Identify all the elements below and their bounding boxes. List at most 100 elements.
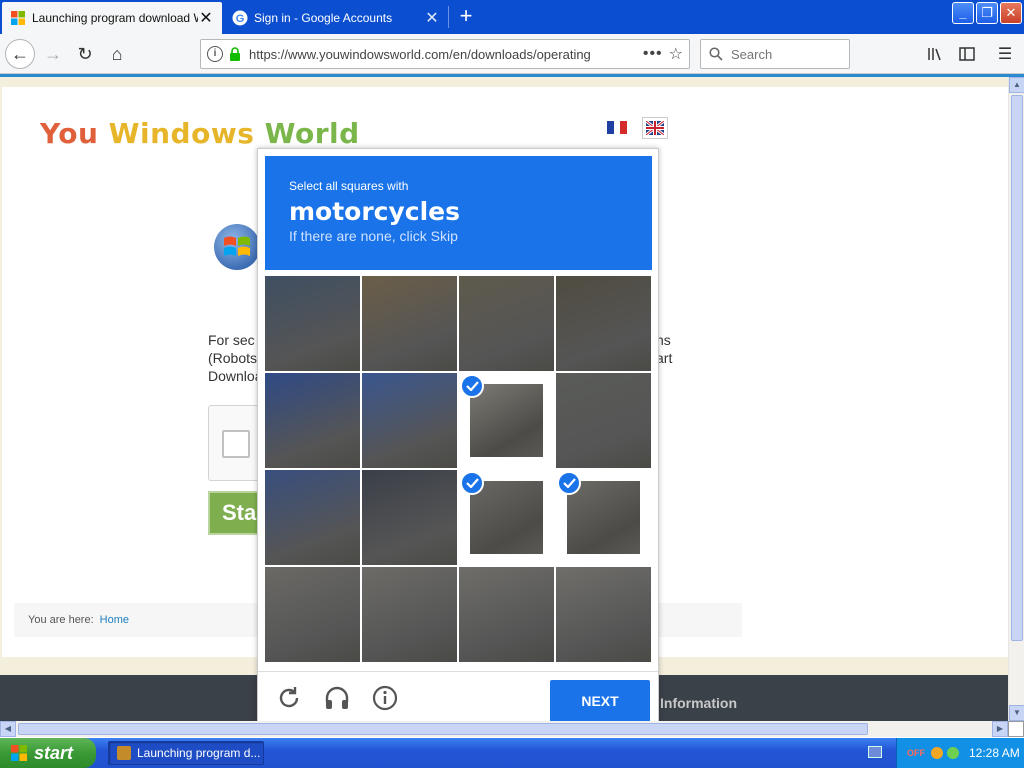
info-icon[interactable] xyxy=(372,685,398,711)
forward-arrow-icon[interactable]: → xyxy=(38,39,68,69)
reload-icon[interactable]: ↻ xyxy=(70,39,100,69)
captcha-tile[interactable] xyxy=(362,373,457,468)
close-tab-icon[interactable]: ✕ xyxy=(198,8,214,28)
tab-launching-program[interactable]: Launching program download Win ✕ xyxy=(2,2,222,34)
logo-word-you: You xyxy=(40,117,99,150)
taskbar-item-label: Launching program d... xyxy=(137,746,261,760)
horizontal-scroll-thumb[interactable] xyxy=(18,723,868,735)
checkmark-icon xyxy=(460,471,484,495)
window-controls: _ ❐ ✕ xyxy=(952,2,1022,24)
captcha-tile[interactable] xyxy=(459,276,554,371)
site-logo[interactable]: You Windows World xyxy=(40,117,360,150)
scroll-right-icon[interactable]: ▶ xyxy=(992,721,1008,737)
scroll-up-icon[interactable]: ▲ xyxy=(1009,77,1024,93)
hamburger-menu-icon[interactable]: ☰ xyxy=(990,39,1020,69)
windows-logo-icon xyxy=(11,11,25,25)
captcha-tile-image xyxy=(556,373,651,468)
new-tab-icon[interactable]: + xyxy=(454,3,478,31)
captcha-tile[interactable] xyxy=(459,373,554,468)
search-box[interactable] xyxy=(700,39,850,69)
captcha-tile[interactable] xyxy=(265,276,360,371)
close-tab-icon[interactable]: ✕ xyxy=(424,8,440,28)
intro-text-line: Downloa xyxy=(208,368,263,384)
challenge-target: motorcycles xyxy=(289,197,461,226)
tray-app-icon[interactable] xyxy=(931,747,943,759)
tray-network-icon[interactable] xyxy=(947,747,959,759)
scroll-left-icon[interactable]: ◀ xyxy=(0,721,16,737)
system-tray: OFF 12:28 AM xyxy=(896,738,1024,768)
captcha-tile-image xyxy=(459,567,554,662)
captcha-tile-image xyxy=(265,276,360,371)
captcha-tile[interactable] xyxy=(362,470,457,565)
checkmark-icon xyxy=(557,471,581,495)
google-g-icon: G xyxy=(232,10,248,26)
intro-text-line: (Robots xyxy=(208,350,258,366)
address-bar[interactable]: i https://www.youwindowsworld.com/en/dow… xyxy=(200,39,690,69)
breadcrumb-home-link[interactable]: Home xyxy=(100,614,129,626)
start-button[interactable]: start xyxy=(0,738,96,768)
captcha-tile-image xyxy=(470,481,543,554)
horizontal-scrollbar[interactable]: ◀ ▶ xyxy=(0,721,1008,737)
captcha-tile-image xyxy=(265,373,360,468)
recaptcha-challenge: Select all squares with motorcycles If t… xyxy=(257,148,659,722)
captcha-tile-image xyxy=(470,384,543,457)
close-window-icon[interactable]: ✕ xyxy=(1000,2,1022,24)
scrollbar-corner xyxy=(1008,721,1024,737)
keyboard-icon[interactable] xyxy=(868,746,882,758)
browser-tab-bar: Launching program download Win ✕ G Sign … xyxy=(0,0,1024,34)
url-text: https://www.youwindowsworld.com/en/downl… xyxy=(249,46,591,62)
captcha-tile-image xyxy=(362,373,457,468)
headphones-icon[interactable] xyxy=(324,685,350,711)
captcha-tile[interactable] xyxy=(459,470,554,565)
logo-word-windows: Windows xyxy=(108,117,255,150)
captcha-tile[interactable] xyxy=(556,373,651,468)
bookmark-star-icon[interactable]: ☆ xyxy=(669,44,683,64)
tab-google-sign-in[interactable]: G Sign in - Google Accounts ✕ xyxy=(224,2,448,34)
captcha-tile[interactable] xyxy=(556,276,651,371)
clock: 12:28 AM xyxy=(969,746,1020,760)
uk-flag-icon[interactable] xyxy=(642,117,668,139)
site-info-icon[interactable]: i xyxy=(207,46,223,62)
challenge-hint: If there are none, click Skip xyxy=(289,228,458,244)
challenge-instruction: Select all squares with xyxy=(289,179,409,193)
captcha-tile[interactable] xyxy=(265,373,360,468)
captcha-tile[interactable] xyxy=(362,567,457,662)
reload-challenge-icon[interactable] xyxy=(276,685,302,711)
back-arrow-icon[interactable]: ← xyxy=(5,39,35,69)
sidebar-icon[interactable] xyxy=(952,39,982,69)
breadcrumb-label: You are here: xyxy=(28,614,94,626)
vertical-scrollbar[interactable]: ▲ ▼ xyxy=(1008,77,1024,721)
minimize-icon[interactable]: _ xyxy=(952,2,974,24)
captcha-tile-image xyxy=(556,567,651,662)
captcha-tile-image xyxy=(362,276,457,371)
footer-information-heading: Information xyxy=(660,695,737,711)
french-flag-icon[interactable] xyxy=(607,121,628,134)
captcha-tile[interactable] xyxy=(362,276,457,371)
scroll-down-icon[interactable]: ▼ xyxy=(1009,705,1024,721)
navigation-toolbar: ← → ↻ ⌂ i https://www.youwindowsworld.co… xyxy=(0,34,1024,74)
challenge-header: Select all squares with motorcycles If t… xyxy=(265,156,652,270)
challenge-footer: NEXT xyxy=(258,671,658,723)
taskbar-item-browser[interactable]: Launching program d... xyxy=(108,741,264,765)
captcha-tile[interactable] xyxy=(459,567,554,662)
intro-text-line: For sec xyxy=(208,332,255,348)
search-input[interactable] xyxy=(731,46,841,62)
captcha-tile[interactable] xyxy=(265,470,360,565)
program-icon xyxy=(117,746,131,760)
search-icon xyxy=(709,47,723,61)
page-actions-icon[interactable]: ••• xyxy=(643,45,663,63)
captcha-tile-image xyxy=(362,470,457,565)
captcha-tile[interactable] xyxy=(556,567,651,662)
vertical-scroll-thumb[interactable] xyxy=(1011,95,1023,641)
captcha-tile[interactable] xyxy=(556,470,651,565)
home-icon[interactable]: ⌂ xyxy=(102,39,132,69)
next-button[interactable]: NEXT xyxy=(550,680,650,722)
captcha-tile[interactable] xyxy=(265,567,360,662)
recaptcha-checkbox[interactable] xyxy=(222,430,250,458)
library-icon[interactable] xyxy=(920,39,950,69)
captcha-tile-image xyxy=(265,567,360,662)
tray-status[interactable]: OFF xyxy=(907,748,925,758)
tab-separator xyxy=(448,6,449,28)
restore-icon[interactable]: ❐ xyxy=(976,2,998,24)
challenge-image-grid xyxy=(265,276,652,664)
